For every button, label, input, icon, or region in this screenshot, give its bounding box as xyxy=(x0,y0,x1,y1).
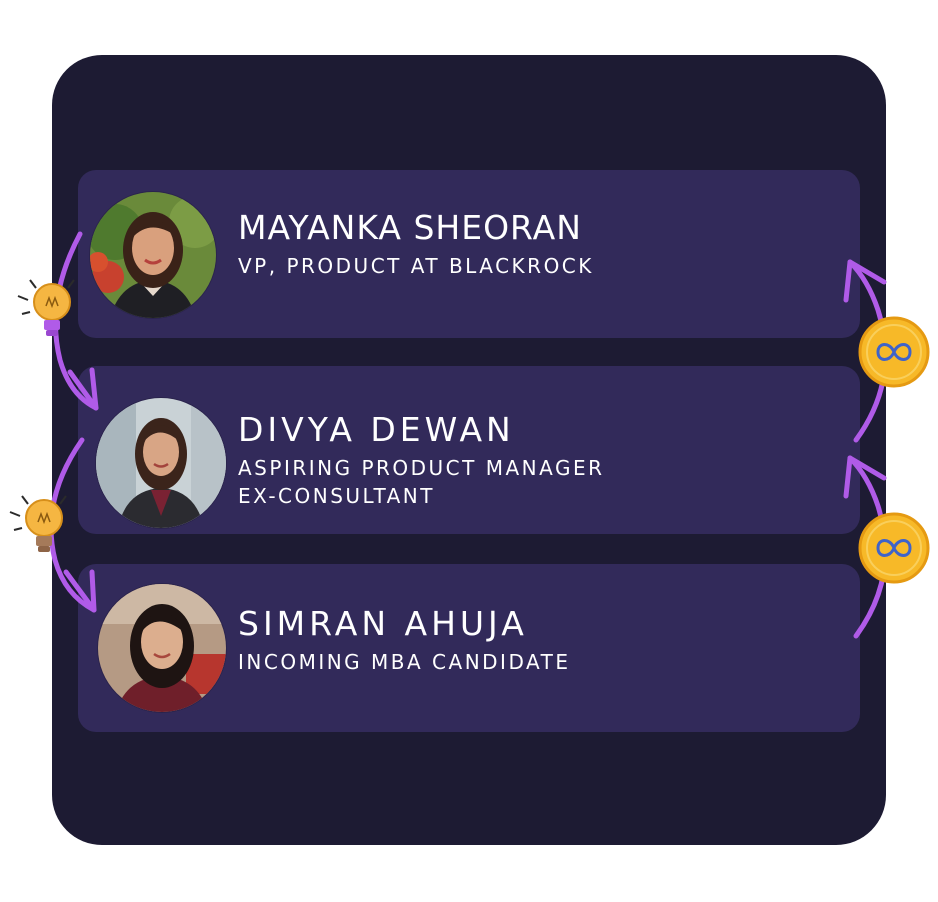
profile-card-3: SIMRAN AHUJA INCOMING MBA CANDIDATE xyxy=(78,564,860,732)
person-photo-icon xyxy=(96,398,226,528)
person-photo-icon xyxy=(90,192,216,318)
profile-card-2: DIVYA DEWAN ASPIRING PRODUCT MANAGER EX-… xyxy=(78,366,860,534)
profile-name: MAYANKA SHEORAN xyxy=(238,208,582,247)
avatar-divya xyxy=(96,398,226,528)
profile-name: SIMRAN AHUJA xyxy=(238,604,528,643)
profile-role: VP, PRODUCT AT BLACKROCK xyxy=(238,254,594,278)
avatar-simran xyxy=(98,584,226,712)
profile-role: ASPIRING PRODUCT MANAGER xyxy=(238,456,605,480)
avatar-mayanka xyxy=(90,192,216,318)
profile-card-1: MAYANKA SHEORAN VP, PRODUCT AT BLACKROCK xyxy=(78,170,860,338)
profile-role-secondary: EX-CONSULTANT xyxy=(238,484,435,508)
profile-role: INCOMING MBA CANDIDATE xyxy=(238,650,571,674)
profile-name: DIVYA DEWAN xyxy=(238,410,515,449)
person-photo-icon xyxy=(98,584,226,712)
